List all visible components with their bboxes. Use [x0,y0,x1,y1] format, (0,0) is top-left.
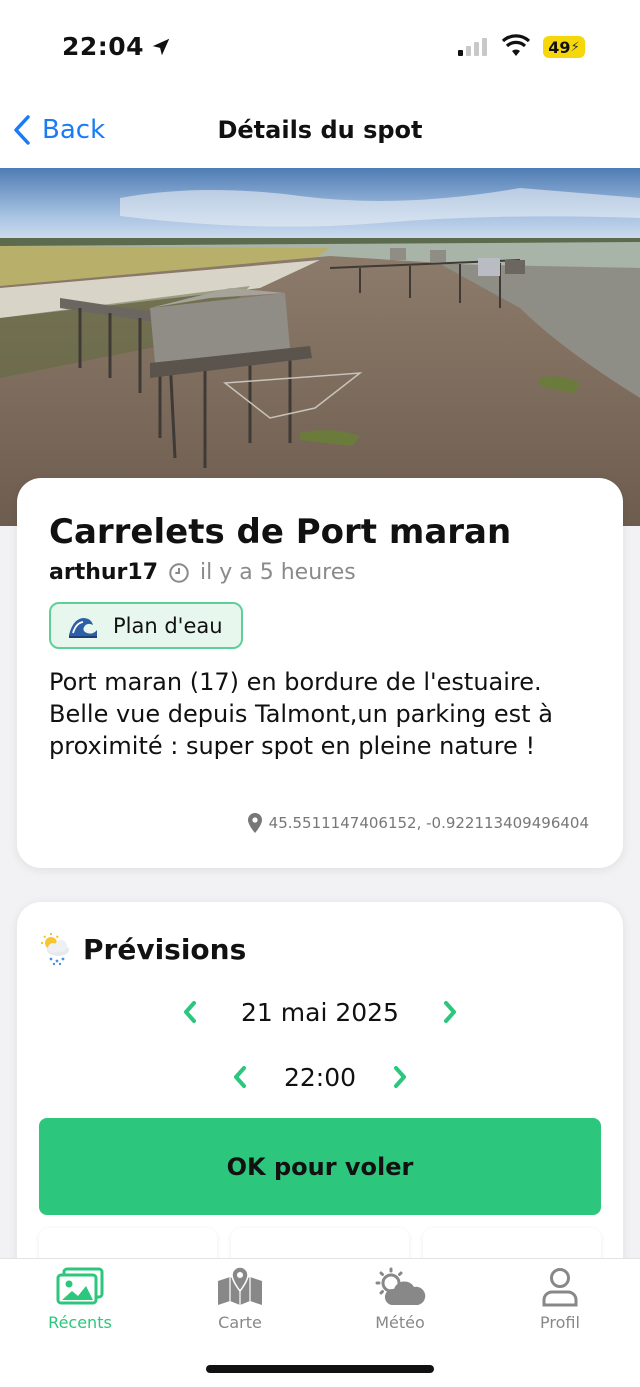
location-pin-icon [247,813,262,833]
spot-title: Carrelets de Port maran [49,512,512,552]
navigation-bar: Back Détails du spot [0,96,640,168]
map-icon [218,1267,262,1305]
next-hour-button[interactable] [385,1062,415,1092]
weather-icon [375,1267,426,1305]
coordinates-text: 45.5511147406152, -0.922113409496404 [268,814,589,832]
next-date-button[interactable] [435,997,465,1027]
category-label: Plan d'eau [113,613,223,638]
hour-stepper: 22:00 [17,1062,623,1092]
spot-coordinates[interactable]: 45.5511147406152, -0.922113409496404 [247,812,589,834]
chevron-left-icon [234,1066,246,1088]
forecast-header: Prévisions [39,932,246,966]
location-arrow-icon [152,38,170,55]
battery-level: 49 [548,37,571,57]
previous-date-button[interactable] [175,997,205,1027]
tab-label: Carte [218,1313,262,1332]
spot-details-card: Carrelets de Port maran arthur17 il y a … [17,478,623,868]
spot-meta: arthur17 il y a 5 heures [49,560,356,585]
page-title: Détails du spot [217,116,423,144]
tab-label: Récents [48,1313,112,1332]
author-name[interactable]: arthur17 [49,560,158,585]
home-indicator [206,1365,434,1373]
wave-icon [69,617,97,638]
photos-icon [56,1267,104,1305]
chevron-right-icon [394,1066,406,1088]
flight-verdict-banner: OK pour voler [39,1118,601,1215]
spot-photo [0,168,640,526]
sun-cloud-rain-icon [41,933,69,966]
chevron-left-icon [184,1001,196,1023]
clock-text: 22:04 [62,32,145,61]
date-stepper: 21 mai 2025 [17,997,623,1027]
status-time: 22:04 [62,32,172,61]
spot-description: Port maran (17) en bordure de l'estuaire… [49,668,553,760]
charging-icon: ⚡ [570,39,580,55]
tab-meteo[interactable]: Météo [340,1267,460,1332]
tab-label: Profil [540,1313,580,1332]
forecast-date: 21 mai 2025 [241,997,399,1027]
clock-icon [169,562,189,583]
forecast-title: Prévisions [83,932,247,966]
posted-time: il y a 5 heures [200,560,356,585]
tab-recents[interactable]: Récents [20,1267,140,1332]
battery-indicator: 49 ⚡ [543,36,585,58]
status-bar: 22:04 49 ⚡ [0,0,640,96]
tab-carte[interactable]: Carte [180,1267,300,1332]
category-tag: Plan d'eau [49,602,243,649]
tab-label: Météo [375,1313,425,1332]
tab-bar: Récents Carte Météo Profil [0,1258,640,1387]
profile-icon [542,1268,578,1307]
cellular-signal-icon [458,38,487,56]
previous-hour-button[interactable] [225,1062,255,1092]
wifi-icon [501,34,531,56]
tab-profil[interactable]: Profil [500,1267,620,1332]
forecast-hour: 22:00 [283,1062,357,1092]
chevron-right-icon [444,1001,456,1023]
